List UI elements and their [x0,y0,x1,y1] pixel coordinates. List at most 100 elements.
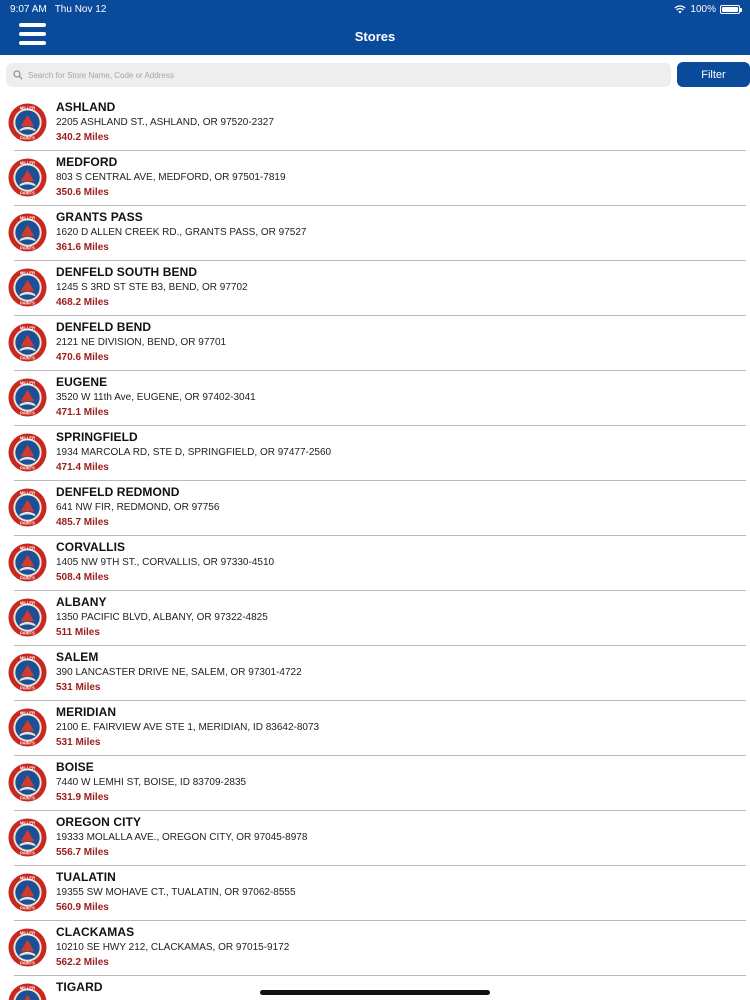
store-address: 19355 SW MOHAVE CT., TUALATIN, OR 97062-… [56,887,296,898]
store-list[interactable]: MILLER PAINTS ASHLAND 2205 ASHLAND ST., … [0,96,750,1000]
store-list-item[interactable]: MILLER PAINTS TUALATIN 19355 SW MOHAVE C… [0,866,750,921]
store-list-item[interactable]: MILLER PAINTS DENFELD REDMOND 641 NW FIR… [0,481,750,536]
logo-text-bottom: PAINTS [20,301,35,306]
store-name: DENFELD REDMOND [56,485,180,499]
store-list-item[interactable]: MILLER PAINTS CORVALLIS 1405 NW 9TH ST.,… [0,536,750,591]
store-distance: 556.7 Miles [56,847,109,858]
logo-text-top: MILLER [20,820,35,825]
logo-text-bottom: PAINTS [20,906,35,911]
store-list-item[interactable]: MILLER PAINTS MERIDIAN 2100 E. FAIRVIEW … [0,701,750,756]
miller-paints-logo-icon: MILLER PAINTS [8,653,47,692]
search-field[interactable] [6,63,671,87]
store-distance: 470.6 Miles [56,352,109,363]
store-list-item[interactable]: MILLER PAINTS GRANTS PASS 1620 D ALLEN C… [0,206,750,261]
status-time: 9:07 AM [10,3,47,15]
miller-paints-logo-icon: MILLER PAINTS [8,543,47,582]
logo-text-top: MILLER [20,105,35,110]
store-name: MERIDIAN [56,705,117,719]
logo-text-bottom: PAINTS [20,686,35,691]
store-list-item[interactable]: MILLER PAINTS CLACKAMAS 10210 SE HWY 212… [0,921,750,976]
logo-text-top: MILLER [20,710,35,715]
miller-paints-logo-icon: MILLER PAINTS [8,378,47,417]
store-list-item[interactable]: MILLER PAINTS BOISE 7440 W LEMHI ST, BOI… [0,756,750,811]
store-list-item[interactable]: MILLER PAINTS OREGON CITY 19333 MOLALLA … [0,811,750,866]
search-row: Filter [0,55,750,95]
logo-text-bottom: PAINTS [20,576,35,581]
miller-paints-logo-icon: MILLER PAINTS [8,928,47,967]
nav-bar: Stores [0,18,750,55]
store-name: MEDFORD [56,155,118,169]
miller-paints-logo-icon: MILLER PAINTS [8,873,47,912]
store-address: 19333 MOLALLA AVE., OREGON CITY, OR 9704… [56,832,308,843]
store-list-item[interactable]: MILLER PAINTS MEDFORD 803 S CENTRAL AVE,… [0,151,750,206]
store-distance: 508.4 Miles [56,572,109,583]
logo-text-top: MILLER [20,875,35,880]
store-distance: 511 Miles [56,627,100,638]
logo-text-bottom: PAINTS [20,411,35,416]
store-address: 641 NW FIR, REDMOND, OR 97756 [56,502,220,513]
store-name: TIGARD [56,980,103,994]
store-address: 2205 ASHLAND ST., ASHLAND, OR 97520-2327 [56,117,274,128]
store-name: ASHLAND [56,100,116,114]
store-address: 1350 PACIFIC BLVD, ALBANY, OR 97322-4825 [56,612,268,623]
store-list-item[interactable]: MILLER PAINTS DENFELD BEND 2121 NE DIVIS… [0,316,750,371]
store-list-item[interactable]: MILLER PAINTS SALEM 390 LANCASTER DRIVE … [0,646,750,701]
logo-text-top: MILLER [20,930,35,935]
search-icon [13,70,23,80]
store-distance: 485.7 Miles [56,517,109,528]
store-name: DENFELD SOUTH BEND [56,265,198,279]
miller-paints-logo-icon: MILLER PAINTS [8,598,47,637]
logo-text-bottom: PAINTS [20,191,35,196]
status-right: 100% [674,4,742,15]
store-distance: 562.2 Miles [56,957,109,968]
store-distance: 350.6 Miles [56,187,109,198]
home-indicator [260,990,490,995]
miller-paints-logo-icon: MILLER PAINTS [8,433,47,472]
store-list-item[interactable]: MILLER PAINTS DENFELD SOUTH BEND 1245 S … [0,261,750,316]
status-date: Thu Nov 12 [54,3,107,15]
miller-paints-logo-icon: MILLER PAINTS [8,818,47,857]
filter-button[interactable]: Filter [677,62,750,87]
store-name: SPRINGFIELD [56,430,138,444]
store-distance: 361.6 Miles [56,242,109,253]
store-list-item[interactable]: MILLER PAINTS TIGARD [0,976,750,1000]
store-address: 10210 SE HWY 212, CLACKAMAS, OR 97015-91… [56,942,290,953]
logo-text-bottom: PAINTS [20,356,35,361]
store-name: TUALATIN [56,870,116,884]
miller-paints-logo-icon: MILLER PAINTS [8,708,47,747]
store-name: EUGENE [56,375,108,389]
store-name: SALEM [56,650,99,664]
logo-text-top: MILLER [20,380,35,385]
store-distance: 471.4 Miles [56,462,109,473]
store-name: CLACKAMAS [56,925,135,939]
store-name: CORVALLIS [56,540,126,554]
logo-text-top: MILLER [20,600,35,605]
store-list-item[interactable]: MILLER PAINTS SPRINGFIELD 1934 MARCOLA R… [0,426,750,481]
logo-text-bottom: PAINTS [20,246,35,251]
logo-text-top: MILLER [20,270,35,275]
store-address: 803 S CENTRAL AVE, MEDFORD, OR 97501-781… [56,172,286,183]
search-input[interactable] [28,70,648,80]
store-distance: 560.9 Miles [56,902,109,913]
battery-icon [720,4,742,14]
store-list-item[interactable]: MILLER PAINTS ALBANY 1350 PACIFIC BLVD, … [0,591,750,646]
store-name: DENFELD BEND [56,320,152,334]
logo-text-bottom: PAINTS [20,961,35,966]
logo-text-bottom: PAINTS [20,466,35,471]
logo-text-bottom: PAINTS [20,741,35,746]
store-address: 1405 NW 9TH ST., CORVALLIS, OR 97330-451… [56,557,275,568]
miller-paints-logo-icon: MILLER PAINTS [8,103,47,142]
store-address: 2121 NE DIVISION, BEND, OR 97701 [56,337,227,348]
logo-text-top: MILLER [20,545,35,550]
store-distance: 531 Miles [56,682,101,693]
status-bar: 9:07 AM Thu Nov 12 100% [0,0,750,18]
miller-paints-logo-icon: MILLER PAINTS [8,983,47,1000]
wifi-icon [674,4,687,13]
logo-text-top: MILLER [20,765,35,770]
hamburger-menu-icon[interactable] [19,23,46,47]
logo-text-bottom: PAINTS [20,796,35,801]
store-name: BOISE [56,760,94,774]
miller-paints-logo-icon: MILLER PAINTS [8,323,47,362]
store-list-item[interactable]: MILLER PAINTS EUGENE 3520 W 11th Ave, EU… [0,371,750,426]
store-list-item[interactable]: MILLER PAINTS ASHLAND 2205 ASHLAND ST., … [0,96,750,151]
